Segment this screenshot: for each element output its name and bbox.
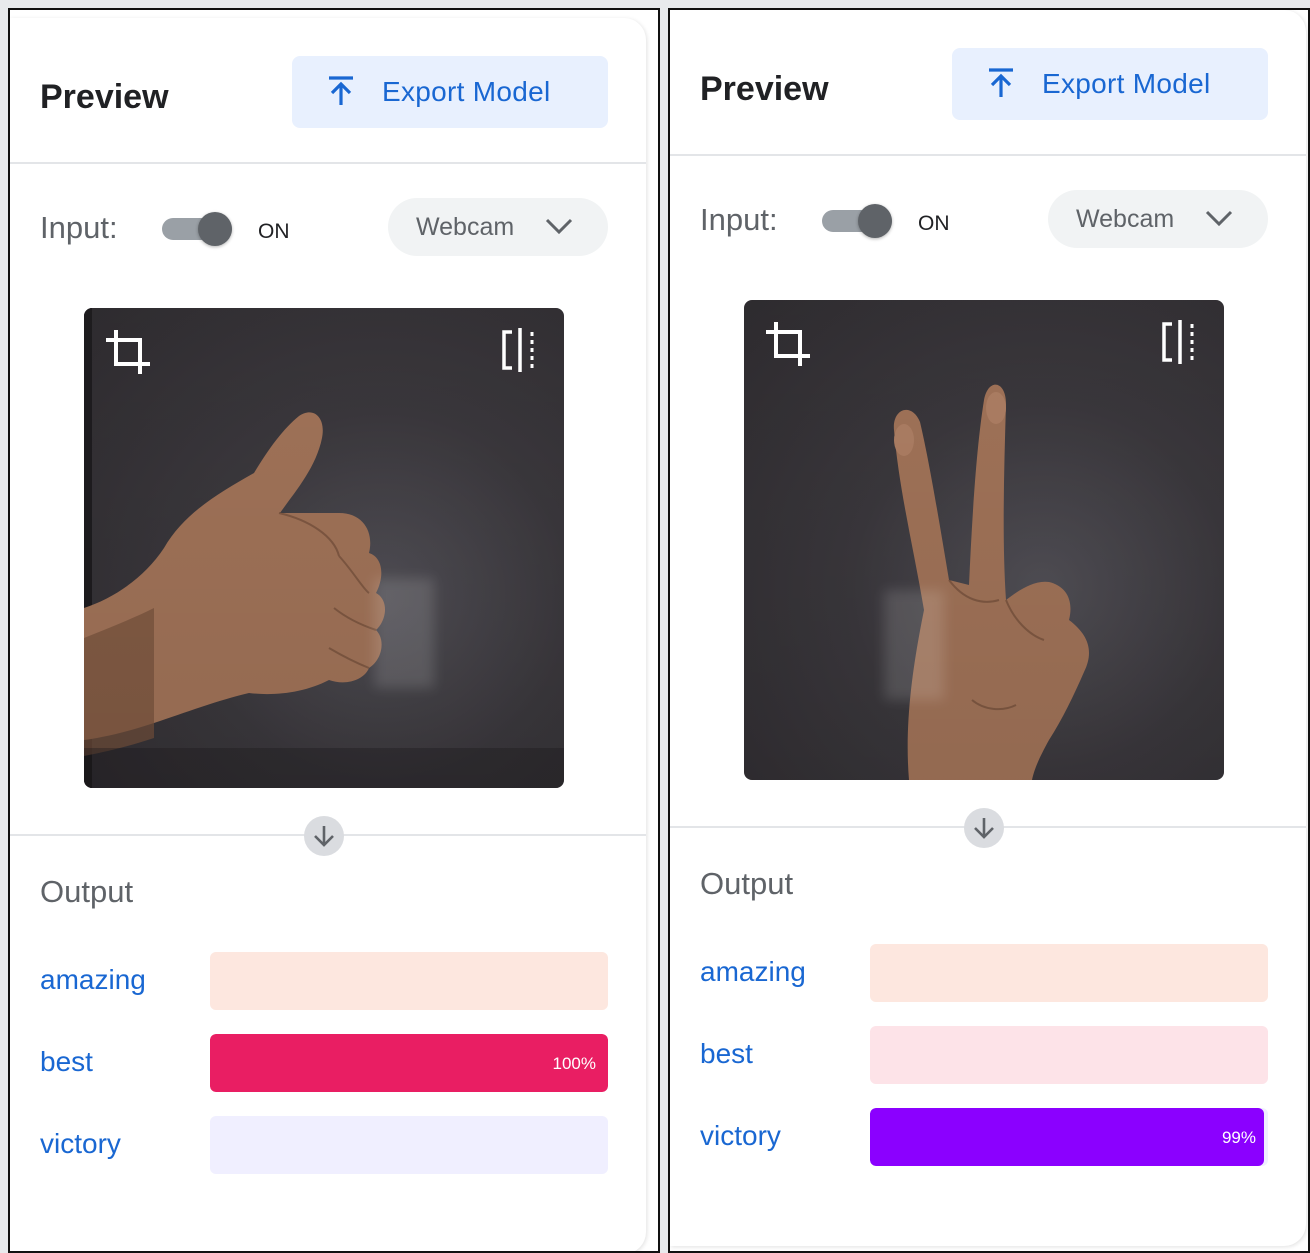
confidence-percent: 99%: [1221, 1128, 1256, 1147]
class-row-best: best: [670, 1026, 1306, 1084]
confidence-bar: [210, 952, 608, 1010]
export-model-label: Export Model: [1042, 68, 1211, 99]
toggle-state-label: ON: [918, 212, 950, 235]
class-label: amazing: [40, 964, 146, 995]
class-label: best: [40, 1046, 93, 1077]
class-label: best: [700, 1038, 753, 1069]
preview-card: Preview Export Model Input: ON Webcam Ou…: [670, 10, 1306, 1246]
upload-icon: [326, 75, 356, 114]
preview-header: Preview Export Model: [670, 10, 1306, 156]
upload-icon: [986, 67, 1016, 106]
flip-horizontal-icon[interactable]: [1160, 320, 1200, 369]
chevron-down-icon: [1204, 206, 1234, 235]
confidence-bar: [870, 944, 1268, 1002]
crop-icon[interactable]: [104, 328, 152, 381]
flip-horizontal-icon[interactable]: [500, 328, 540, 377]
webcam-preview: [84, 308, 564, 788]
preview-header: Preview Export Model: [10, 18, 646, 164]
input-source-label: Webcam: [1076, 205, 1175, 233]
output-title: Output: [700, 866, 794, 901]
arrow-down-icon: [304, 816, 344, 856]
input-row: Input: ON Webcam: [10, 198, 646, 268]
screenshot-comparison: Preview Export Model Input: ON Webcam Ou…: [0, 0, 1310, 1253]
class-row-best: best 100%: [10, 1034, 646, 1092]
preview-glare: [884, 590, 944, 700]
class-row-amazing: amazing: [10, 952, 646, 1010]
chevron-down-icon: [544, 214, 574, 243]
page-title: Preview: [40, 78, 169, 116]
confidence-bar: [210, 1116, 608, 1174]
class-label: victory: [700, 1120, 781, 1151]
toggle-thumb: [198, 212, 232, 246]
preview-shade: [744, 300, 1224, 780]
input-label: Input:: [700, 202, 778, 237]
confidence-bar: [870, 1026, 1268, 1084]
export-model-button[interactable]: Export Model: [292, 56, 608, 128]
confidence-bar: 100%: [210, 1034, 608, 1092]
export-model-label: Export Model: [382, 76, 551, 107]
confidence-bar-fill: [210, 1034, 608, 1092]
preview-panel-right: Preview Export Model Input: ON Webcam Ou…: [668, 8, 1310, 1253]
arrow-down-icon: [964, 808, 1004, 848]
toggle-state-label: ON: [258, 220, 290, 243]
preview-card: Preview Export Model Input: ON Webcam Ou…: [10, 18, 646, 1251]
input-row: Input: ON Webcam: [670, 190, 1306, 260]
preview-panel-left: Preview Export Model Input: ON Webcam Ou…: [8, 8, 660, 1253]
input-source-label: Webcam: [416, 213, 515, 241]
preview-shade: [84, 308, 564, 788]
export-model-button[interactable]: Export Model: [952, 48, 1268, 120]
input-label: Input:: [40, 210, 118, 245]
input-toggle[interactable]: [822, 204, 894, 238]
page-title: Preview: [700, 70, 829, 108]
output-title: Output: [40, 874, 134, 909]
toggle-thumb: [858, 204, 892, 238]
class-label: amazing: [700, 956, 806, 987]
class-row-amazing: amazing: [670, 944, 1306, 1002]
webcam-preview: [744, 300, 1224, 780]
input-toggle[interactable]: [162, 212, 234, 246]
input-source-select[interactable]: Webcam: [1048, 190, 1268, 248]
input-source-select[interactable]: Webcam: [388, 198, 608, 256]
confidence-bar: 99%: [870, 1108, 1268, 1166]
confidence-percent: 100%: [552, 1054, 596, 1073]
class-label: victory: [40, 1128, 121, 1159]
confidence-bar-fill: [870, 1108, 1265, 1166]
preview-glare: [374, 578, 434, 688]
crop-icon[interactable]: [764, 320, 812, 373]
class-row-victory: victory 99%: [670, 1108, 1306, 1166]
class-row-victory: victory: [10, 1116, 646, 1174]
